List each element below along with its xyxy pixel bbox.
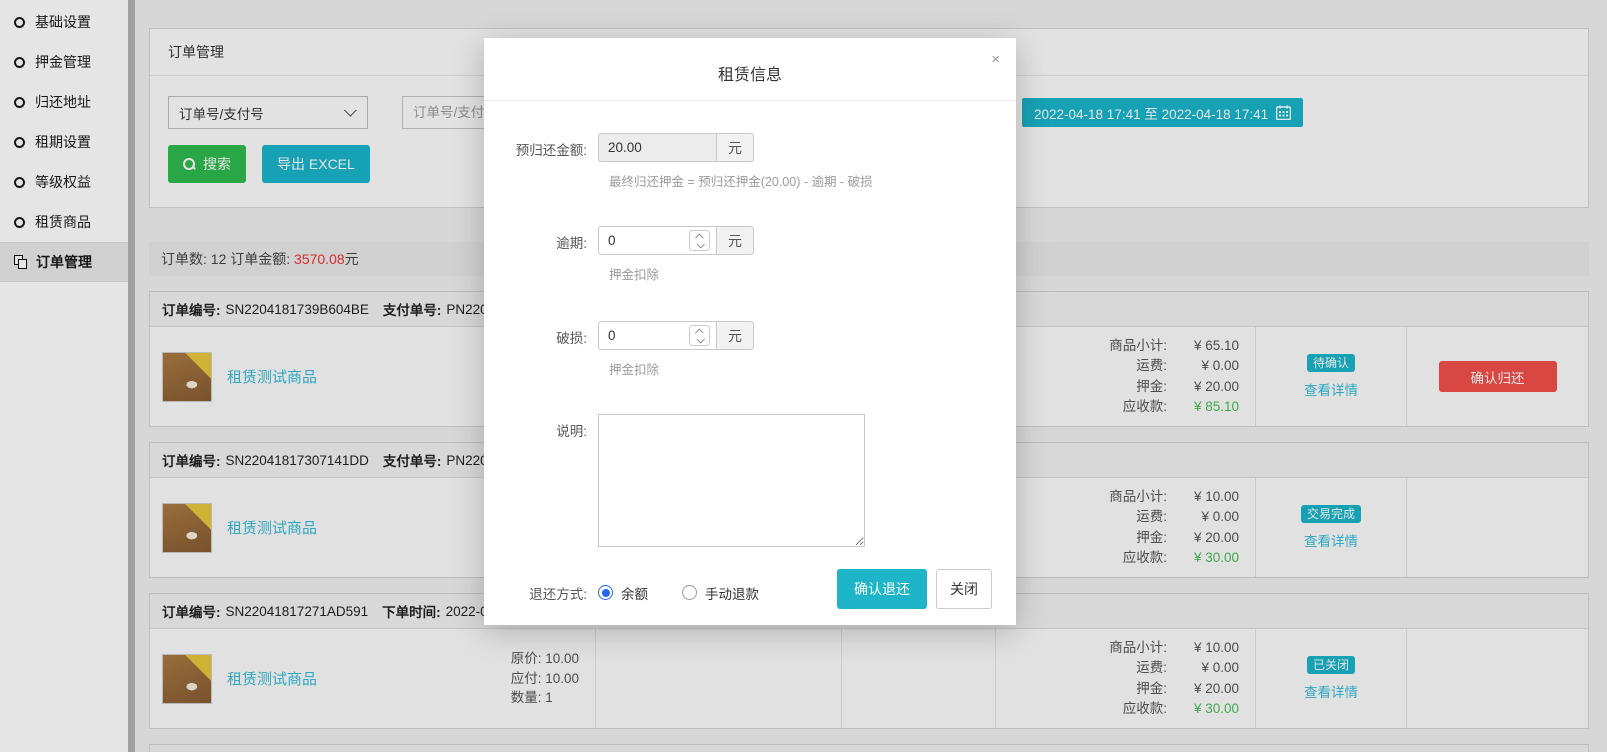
overdue-row: 逾期: 元 [484, 226, 1016, 255]
modal-title: 租赁信息 [484, 38, 1016, 100]
currency-addon: 元 [716, 226, 754, 255]
damage-group: 元 [598, 321, 754, 350]
note-row: 说明: [484, 414, 1016, 547]
radio-manual-label: 手动退款 [705, 583, 759, 603]
radio-selected-icon [598, 585, 613, 600]
amount-help-text: 最终归还押金 = 预归还押金(20.00) - 逾期 - 破损 [609, 171, 1016, 190]
damage-help-text: 押金扣除 [609, 359, 1016, 378]
damage-row: 破损: 元 [484, 321, 1016, 350]
divider [484, 100, 1016, 101]
pre-return-amount-label: 预归还金额: [484, 133, 598, 162]
overdue-group: 元 [598, 226, 754, 255]
damage-label: 破损: [484, 321, 598, 350]
close-icon[interactable]: × [991, 52, 1000, 67]
radio-balance-label: 余额 [621, 583, 648, 603]
radio-manual-refund[interactable]: 手动退款 [682, 583, 759, 603]
confirm-refund-button[interactable]: 确认退还 [837, 569, 927, 609]
modal-footer: 确认退还 关闭 [837, 569, 992, 609]
note-label: 说明: [484, 414, 598, 547]
radio-balance[interactable]: 余额 [598, 583, 648, 603]
rental-info-modal: × 租赁信息 预归还金额: 元 最终归还押金 = 预归还押金(20.00) - … [484, 38, 1016, 625]
pre-return-amount-group: 元 [598, 133, 754, 162]
note-textarea[interactable] [598, 414, 865, 547]
radio-unselected-icon [682, 585, 697, 600]
number-stepper[interactable] [689, 230, 710, 251]
number-stepper[interactable] [689, 325, 710, 346]
currency-addon: 元 [716, 321, 754, 350]
pre-return-amount-row: 预归还金额: 元 [484, 133, 1016, 162]
pre-return-amount-input [598, 133, 716, 162]
refund-method-label: 退还方式: [484, 577, 598, 603]
modal-close-button[interactable]: 关闭 [936, 569, 992, 609]
overdue-label: 逾期: [484, 226, 598, 255]
currency-addon: 元 [716, 133, 754, 162]
overdue-help-text: 押金扣除 [609, 264, 1016, 283]
